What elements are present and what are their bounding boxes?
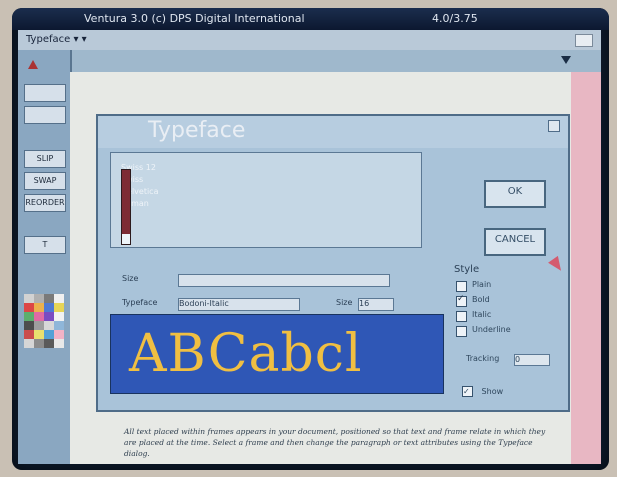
tool-swap-button[interactable]: SWAP <box>24 172 66 190</box>
tracking-row: Tracking 0 <box>466 354 552 366</box>
dialog-title-bar: Typeface <box>98 116 568 148</box>
crt-screen: Ventura 3.0 (c) DPS Digital Internationa… <box>12 8 609 470</box>
menu-bar[interactable]: Typeface ▾ ▾ <box>18 30 601 50</box>
show-checkbox[interactable]: ✓ <box>462 386 473 397</box>
underline-checkbox[interactable] <box>456 326 467 337</box>
bold-label: Bold <box>472 295 490 304</box>
dialog-title: Typeface <box>148 118 246 143</box>
cancel-button[interactable]: CANCEL <box>484 228 546 256</box>
tracking-input[interactable]: 0 <box>514 354 550 366</box>
show-label: Show <box>481 387 504 396</box>
size2-input[interactable]: 16 <box>358 298 394 311</box>
typeface-input[interactable]: Bodoni-Italic <box>178 298 300 311</box>
preview-panel: ABCabcl <box>110 314 444 394</box>
italic-checkbox[interactable] <box>456 311 467 322</box>
ruler-marker[interactable] <box>561 56 571 64</box>
bold-checkbox[interactable] <box>456 294 467 307</box>
window-title: Ventura 3.0 (c) DPS Digital Internationa… <box>84 12 305 25</box>
typeface-dialog: Typeface Swiss 12 Swiss Helvetica Roman … <box>96 114 570 412</box>
size-scrollbar[interactable] <box>121 169 131 245</box>
window-version: 4.0/3.75 <box>432 12 478 25</box>
title-bar: Ventura 3.0 (c) DPS Digital Internationa… <box>12 8 609 30</box>
font-list[interactable]: Swiss 12 Swiss Helvetica Roman <box>110 152 422 248</box>
menu-label[interactable]: Typeface ▾ ▾ <box>26 30 87 50</box>
pointer-icon[interactable] <box>28 60 38 69</box>
tool-slip-button[interactable]: SLIP <box>24 150 66 168</box>
document-text: All text placed within frames appears in… <box>124 427 546 458</box>
style-plain[interactable]: Plain <box>454 279 554 294</box>
size2-label: Size <box>336 298 353 307</box>
left-toolbar: SLIP SWAP REORDER T <box>18 50 72 464</box>
window-control[interactable] <box>575 34 593 47</box>
style-bold[interactable]: Bold <box>454 294 554 309</box>
tool-reorder-button[interactable]: REORDER <box>24 194 66 212</box>
style-group: Style Plain Bold Italic Underline <box>454 264 554 339</box>
page-side-bar <box>571 72 601 464</box>
style-underline[interactable]: Underline <box>454 324 554 339</box>
style-italic[interactable]: Italic <box>454 309 554 324</box>
plain-label: Plain <box>472 280 492 289</box>
text-tool-button[interactable]: T <box>24 236 66 254</box>
preview-text: ABCabcl <box>129 324 363 384</box>
typeface-field-row: Typeface Bodoni-Italic Size 16 <box>122 298 412 311</box>
typeface-label: Typeface <box>122 298 158 307</box>
size-input[interactable] <box>178 274 390 287</box>
close-icon[interactable] <box>548 120 560 132</box>
size-label: Size <box>122 274 139 283</box>
underline-label: Underline <box>472 325 511 334</box>
ruler <box>42 50 601 73</box>
ok-button[interactable]: OK <box>484 180 546 208</box>
tool-button-1[interactable] <box>24 84 66 102</box>
show-row[interactable]: ✓ Show <box>462 386 503 397</box>
size-field-row: Size <box>122 274 412 287</box>
italic-label: Italic <box>472 310 492 319</box>
plain-checkbox[interactable] <box>456 281 467 292</box>
color-palette[interactable] <box>24 294 64 366</box>
tracking-label: Tracking <box>466 354 500 363</box>
tool-button-2[interactable] <box>24 106 66 124</box>
scroll-thumb[interactable] <box>122 234 130 244</box>
style-title: Style <box>454 264 480 275</box>
